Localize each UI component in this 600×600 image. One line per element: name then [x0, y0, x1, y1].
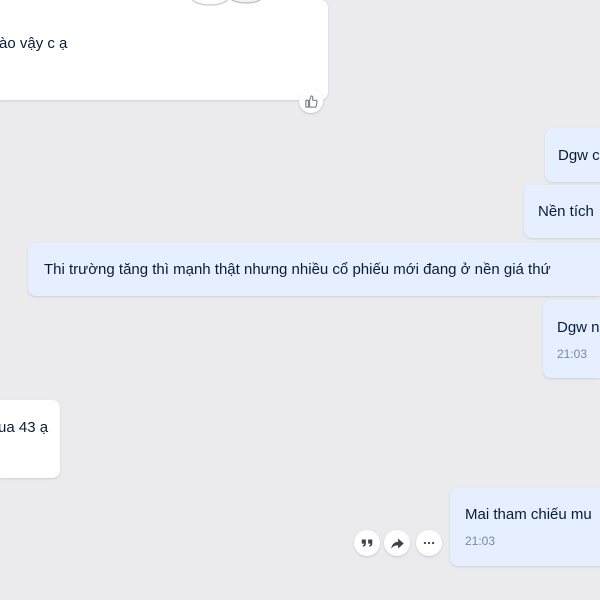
sent-message[interactable]: Dgw n 21:03 [543, 300, 600, 378]
forward-icon [390, 538, 404, 548]
forward-button[interactable] [384, 530, 410, 556]
reaction-button[interactable] [299, 89, 323, 113]
sent-message[interactable]: Mai tham chiếu mu 21:03 [450, 488, 600, 566]
chat-message-list[interactable]: ào vậy c ạ Dgw c Nền tích Thi trường tăn… [0, 0, 600, 600]
message-text: Dgw n [557, 319, 600, 336]
message-time: 21:03 [557, 347, 588, 361]
message-text: ào vậy c ạ [0, 35, 68, 52]
thumbs-up-icon [304, 94, 318, 108]
quote-icon [361, 539, 373, 547]
sent-message[interactable]: Dgw c [545, 128, 600, 182]
more-icon [423, 541, 435, 545]
quote-button[interactable] [354, 530, 380, 556]
message-text: Thi trường tăng thì mạnh thật nhưng nhiề… [44, 261, 551, 278]
message-text: Dgw c [558, 147, 600, 164]
message-text: ua 43 ạ [0, 419, 49, 436]
more-button[interactable] [416, 530, 442, 556]
message-text: Nền tích [538, 203, 594, 220]
message-time: 21:03 [465, 534, 496, 548]
image-fragment [192, 0, 261, 6]
received-message[interactable]: ào vậy c ạ [0, 0, 328, 100]
received-message[interactable]: ua 43 ạ [0, 400, 60, 478]
message-text: Mai tham chiếu mu [465, 506, 592, 523]
sent-message[interactable]: Nền tích [524, 185, 600, 238]
sent-message[interactable]: Thi trường tăng thì mạnh thật nhưng nhiề… [28, 243, 600, 296]
